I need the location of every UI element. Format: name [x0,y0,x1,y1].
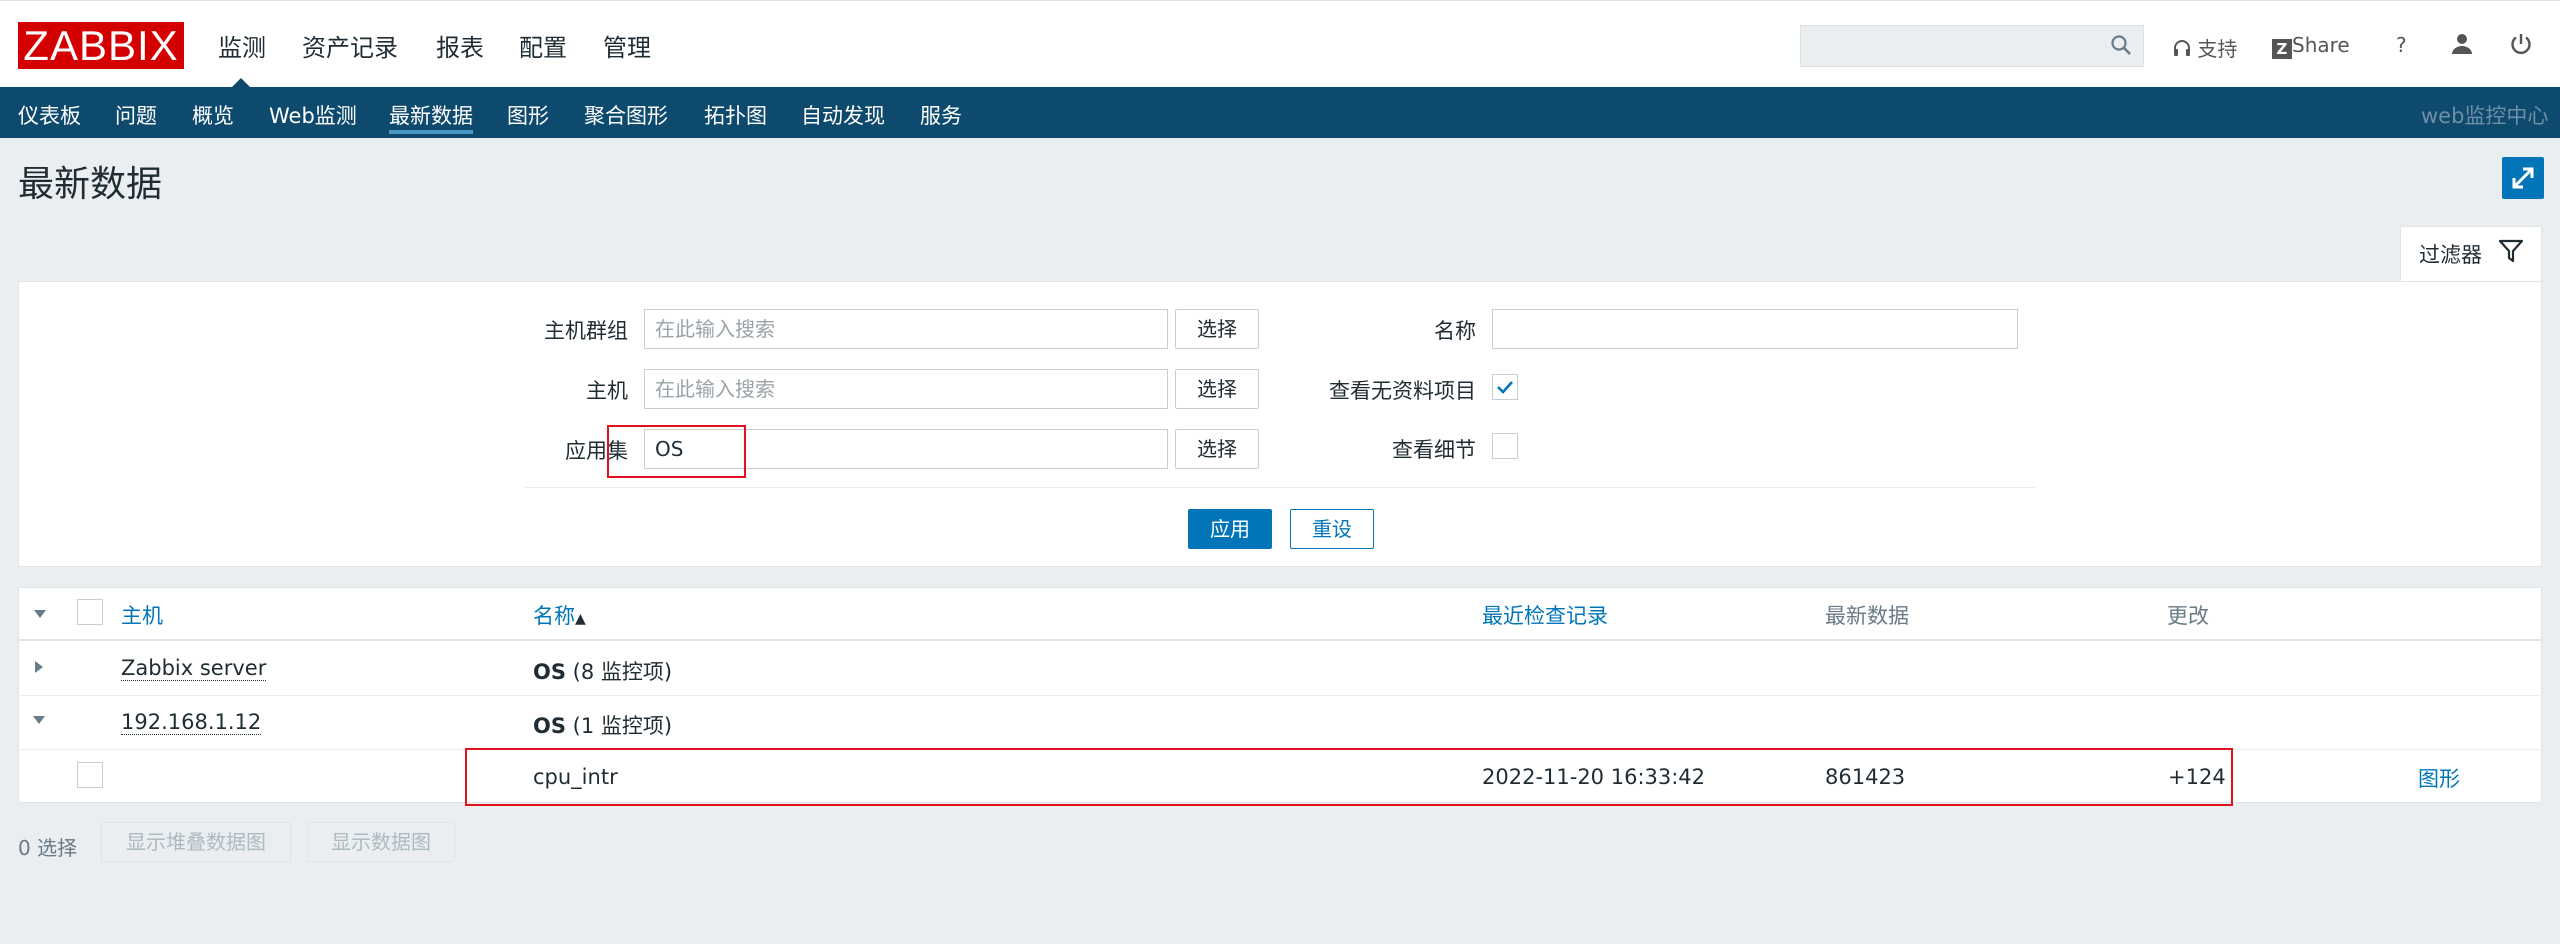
item-count: (8 监控项) [572,660,673,684]
submenu-web[interactable]: Web监测 [269,100,357,130]
help-icon[interactable]: ? [2396,33,2407,57]
application-select-button[interactable]: 选择 [1175,429,1259,469]
host-select-button[interactable]: 选择 [1175,369,1259,409]
menu-inventory[interactable]: 资产记录 [302,28,398,63]
global-search-input[interactable] [1800,25,2144,67]
expand-arrows-icon [2502,167,2544,203]
group-host-zabbix-server[interactable]: Zabbix server [121,656,267,681]
collapse-all-toggle-icon[interactable] [34,610,46,618]
column-name[interactable]: 名称▲ [533,600,586,630]
menu-administration[interactable]: 管理 [603,28,651,63]
filter-panel [18,281,2542,567]
host-name[interactable]: 192.168.1.12 [121,710,262,735]
active-submenu-underline [389,130,473,134]
filter-tab-label: 过滤器 [2419,243,2482,267]
submenu-discovery[interactable]: 自动发现 [801,100,885,130]
submenu-services[interactable]: 服务 [920,100,962,130]
application-name: OS [533,660,566,684]
submenu-maps[interactable]: 拓扑图 [704,100,767,130]
submenu-dashboard[interactable]: 仪表板 [18,100,81,130]
menu-reports[interactable]: 报表 [436,28,484,63]
host-label: 主机 [586,379,628,403]
submenu-graphs[interactable]: 图形 [507,100,549,130]
host-group-input[interactable]: 在此输入搜索 [644,309,1168,349]
host-group-select-button[interactable]: 选择 [1175,309,1259,349]
collapse-toggle-icon[interactable] [33,716,45,724]
host-group-label: 主机群组 [544,319,628,343]
funnel-filter-icon[interactable] [2498,238,2524,268]
highlight-box-application [607,425,746,478]
show-graph-button[interactable]: 显示数据图 [307,822,455,862]
select-all-checkbox[interactable] [77,599,103,625]
column-last-value: 最新数据 [1825,604,1909,628]
application-name: OS [533,714,566,738]
fullscreen-button[interactable] [2502,157,2544,199]
sub-menu-bar [0,87,2560,138]
support-link[interactable]: 支持 [2173,33,2237,62]
show-stacked-graph-button[interactable]: 显示堆叠数据图 [101,822,291,862]
application-group-row: OS (8 监控项) [533,656,672,686]
row-divider [19,695,2541,696]
expand-toggle-icon[interactable] [35,661,43,673]
column-name-label: 名称 [533,604,575,628]
column-change: 更改 [2167,604,2209,628]
column-host[interactable]: 主机 [121,600,163,630]
signout-power-icon[interactable] [2509,32,2533,60]
share-label: Share [2292,33,2350,57]
search-icon[interactable] [2110,34,2132,60]
name-input[interactable] [1492,309,2018,349]
checkmark-icon [1493,381,1517,403]
submenu-screens[interactable]: 聚合图形 [584,100,668,130]
selected-count: 0 选择 [18,836,78,860]
item-count: (1 监控项) [572,714,673,738]
user-profile-icon[interactable] [2450,32,2474,60]
application-group-row: OS (1 监控项) [533,710,672,740]
show-details-checkbox[interactable] [1492,433,1518,459]
submenu-latest-data[interactable]: 最新数据 [389,100,473,130]
filter-divider [525,487,2035,488]
sort-asc-icon: ▲ [575,611,586,627]
show-no-data-label: 查看无资料项目 [1329,379,1476,403]
menu-configuration[interactable]: 配置 [519,28,567,63]
server-name-label: web监控中心 [2421,104,2549,128]
apply-button[interactable]: 应用 [1188,509,1272,549]
highlight-box-item-row [465,748,2233,806]
share-z-icon: Z [2272,39,2292,59]
item-graph-link[interactable]: 图形 [2418,763,2460,793]
host-input[interactable]: 在此输入搜索 [644,369,1168,409]
menu-monitoring[interactable]: 监测 [218,28,266,63]
support-label: 支持 [2197,37,2238,61]
column-last-check[interactable]: 最近检查记录 [1482,600,1608,630]
submenu-overview[interactable]: 概览 [192,100,234,130]
table-header-divider [19,639,2541,641]
reset-button[interactable]: 重设 [1290,509,1374,549]
share-link[interactable]: Z Share [2272,33,2350,59]
name-label: 名称 [1434,319,1476,343]
show-no-data-checkbox[interactable] [1492,374,1518,400]
group-host-192-168-1-12[interactable]: 192.168.1.12 [121,710,262,735]
page-title: 最新数据 [18,164,163,205]
submenu-problems[interactable]: 问题 [115,100,157,130]
item-checkbox[interactable] [77,762,103,788]
host-name[interactable]: Zabbix server [121,656,267,681]
zabbix-logo[interactable]: ZABBIX [18,22,184,69]
headset-icon [2173,37,2197,61]
show-details-label: 查看细节 [1392,438,1476,462]
